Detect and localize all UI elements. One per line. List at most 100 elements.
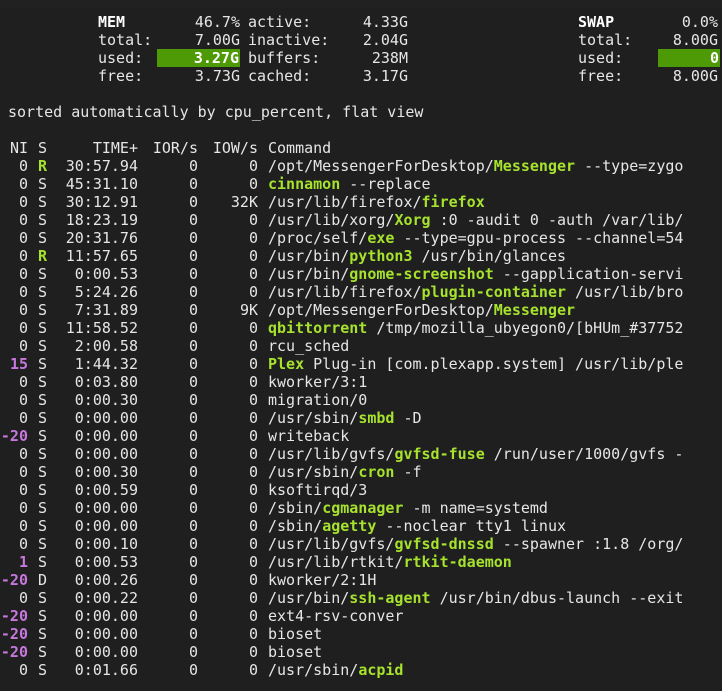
process-status: S [38, 175, 48, 193]
process-args: /usr/lib/gvfs/ [268, 445, 395, 463]
process-row[interactable]: 0 S 0:01.66 0 0/usr/sbin/acpid [0, 661, 722, 679]
process-io-read: 0 [188, 553, 198, 571]
process-row[interactable]: 0 S 0:00.00 0 0/usr/sbin/smbd -D [0, 409, 722, 427]
process-row[interactable]: 0 S 0:03.80 0 0 kworker/3:1 [0, 373, 722, 391]
process-status: S [38, 517, 48, 535]
process-row[interactable]: 0 S 0:00.10 0 0/usr/lib/gvfs/gvfsd-dnssd --s… [0, 535, 722, 553]
process-row[interactable]: 1 S 0:00.53 0 0/usr/lib/rtkit/rtkit-daemon [0, 553, 722, 571]
process-row[interactable]: 0 S 45:31.10 0 0 cinnamon --replace [0, 175, 722, 193]
process-nice: 0 [18, 373, 28, 391]
process-cpu-time: 0:03.80 [74, 373, 138, 391]
column-header-status[interactable]: S [38, 139, 47, 157]
process-row[interactable]: -20 D 0:00.26 0 0 kworker/2:1H [0, 571, 722, 589]
process-status: S [38, 283, 48, 301]
process-command: /usr/lib/gvfs/gvfsd-dnssd --spawner :1.8… [268, 535, 683, 553]
process-io-read: 0 [188, 373, 198, 391]
process-name: Messenger [493, 301, 576, 319]
column-header-time[interactable]: TIME+ [58, 139, 138, 157]
process-args: /proc/self/ [268, 229, 368, 247]
column-header-io-read[interactable]: IOR/s [140, 139, 198, 157]
process-cpu-time: 45:31.10 [65, 175, 138, 193]
process-args: bioset [268, 643, 323, 661]
mem-label: MEM [98, 13, 126, 31]
process-nice: 0 [18, 481, 28, 499]
process-status: S [38, 211, 48, 229]
process-name: agetty [322, 517, 377, 535]
process-args: /opt/MessengerForDesktop/ [268, 157, 494, 175]
process-args: /usr/sbin/ [268, 463, 359, 481]
process-cpu-time: 11:58.52 [65, 319, 138, 337]
process-row[interactable]: 0 S 0:00.00 0 0/usr/lib/gvfs/gvfsd-fuse /run… [0, 445, 722, 463]
glances-terminal[interactable]: MEM 46.7% active: 4.33G total: 7.00G ina… [0, 0, 722, 691]
process-row[interactable]: 0 R 30:57.94 0 0/opt/MessengerForDesktop/Mes… [0, 157, 722, 175]
process-args: kworker/2:1H [268, 571, 377, 589]
process-row[interactable]: 0 S 0:00.22 0 0/usr/bin/ssh-agent /usr/bin/d… [0, 589, 722, 607]
process-row[interactable]: -20 S 0:00.00 0 0 bioset [0, 643, 722, 661]
mem-inactive-label: inactive: [248, 31, 330, 49]
process-row[interactable]: -20 S 0:00.00 0 0 bioset [0, 625, 722, 643]
process-io-write: 0 [248, 373, 258, 391]
process-io-write: 0 [248, 445, 258, 463]
process-cpu-time: 0:00.00 [74, 625, 138, 643]
process-row[interactable]: 0 R 11:57.65 0 0/usr/bin/python3 /usr/bin/gl… [0, 247, 722, 265]
process-status: S [38, 643, 48, 661]
process-command: /opt/MessengerForDesktop/Messenger [268, 301, 575, 319]
mem-cached-label: cached: [248, 67, 312, 85]
process-command: /usr/sbin/acpid [268, 661, 403, 679]
process-io-read: 0 [188, 499, 198, 517]
process-row[interactable]: 0 S 11:58.52 0 0 qbittorrent /tmp/mozilla_uby… [0, 319, 722, 337]
process-row[interactable]: 0 S 7:31.89 0 9K/opt/MessengerForDesktop/Mes… [0, 301, 722, 319]
process-cpu-time: 0:00.00 [74, 607, 138, 625]
process-io-write: 0 [248, 265, 258, 283]
process-status: S [38, 409, 48, 427]
process-args: /usr/bin/ [268, 589, 350, 607]
process-nice: 0 [18, 445, 28, 463]
process-nice: 0 [18, 265, 28, 283]
process-row[interactable]: 0 S 0:00.53 0 0/usr/bin/gnome-screenshot --g… [0, 265, 722, 283]
process-io-write: 0 [248, 571, 258, 589]
process-row[interactable]: 0 S 0:00.59 0 0 ksoftirqd/3 [0, 481, 722, 499]
process-row[interactable]: 0 S 0:00.30 0 0/usr/sbin/cron -f [0, 463, 722, 481]
process-row[interactable]: 0 S 18:23.19 0 0/usr/lib/xorg/Xorg :0 -audit… [0, 211, 722, 229]
process-io-write: 0 [248, 247, 258, 265]
mem-total-label: total: [98, 31, 153, 49]
process-row[interactable]: 0 S 0:00.00 0 0/sbin/cgmanager -m name=syste… [0, 499, 722, 517]
process-nice: 15 [9, 355, 28, 373]
process-row[interactable]: -20 S 0:00.00 0 0 ext4-rsv-conver [0, 607, 722, 625]
process-status: S [38, 391, 48, 409]
process-row[interactable]: -20 S 0:00.00 0 0 writeback [0, 427, 722, 445]
process-io-write: 0 [248, 607, 258, 625]
process-command: /usr/lib/xorg/Xorg :0 -audit 0 -auth /va… [268, 211, 683, 229]
process-row[interactable]: 0 S 5:24.26 0 0/usr/lib/firefox/plugin-conta… [0, 283, 722, 301]
process-nice: 1 [18, 553, 28, 571]
process-row[interactable]: 0 S 0:00.30 0 0 migration/0 [0, 391, 722, 409]
column-header-ni[interactable]: NI [0, 139, 28, 157]
process-row[interactable]: 0 S 20:31.76 0 0/proc/self/exe --type=gpu-pr… [0, 229, 722, 247]
process-name: gvfsd-fuse [394, 445, 485, 463]
process-cpu-time: 30:57.94 [65, 157, 138, 175]
process-command: bioset [268, 643, 322, 661]
process-io-read: 0 [188, 445, 198, 463]
process-status: S [38, 499, 48, 517]
process-io-write: 0 [248, 553, 258, 571]
process-row[interactable]: 15 S 1:44.32 0 0 Plex Plug-in [com.plexapp.sy… [0, 355, 722, 373]
process-nice: 0 [18, 391, 28, 409]
process-row[interactable]: 0 S 2:00.58 0 0 rcu_sched [0, 337, 722, 355]
column-header-io-write[interactable]: IOW/s [200, 139, 258, 157]
process-args: /usr/lib/xorg/ [268, 211, 395, 229]
process-row[interactable]: 0 S 30:12.91 0 32K/usr/lib/firefox/firefox [0, 193, 722, 211]
process-row[interactable]: 0 S 0:00.00 0 0/sbin/agetty --noclear tty1 l… [0, 517, 722, 535]
process-status: S [38, 319, 48, 337]
process-nice: 0 [18, 661, 28, 679]
column-header-command[interactable]: Command [268, 139, 331, 157]
swap-used-value: 0 [658, 49, 720, 67]
process-command: ksoftirqd/3 [268, 481, 367, 499]
process-io-read: 0 [188, 193, 198, 211]
process-name: ssh-agent [349, 589, 431, 607]
process-name: smbd [358, 409, 395, 427]
process-command: /usr/lib/firefox/plugin-container /usr/l… [268, 283, 683, 301]
process-name: cinnamon [268, 175, 341, 193]
process-name: cgmanager [322, 499, 404, 517]
process-command: kworker/3:1 [268, 373, 367, 391]
process-cpu-time: 0:00.30 [74, 463, 138, 481]
